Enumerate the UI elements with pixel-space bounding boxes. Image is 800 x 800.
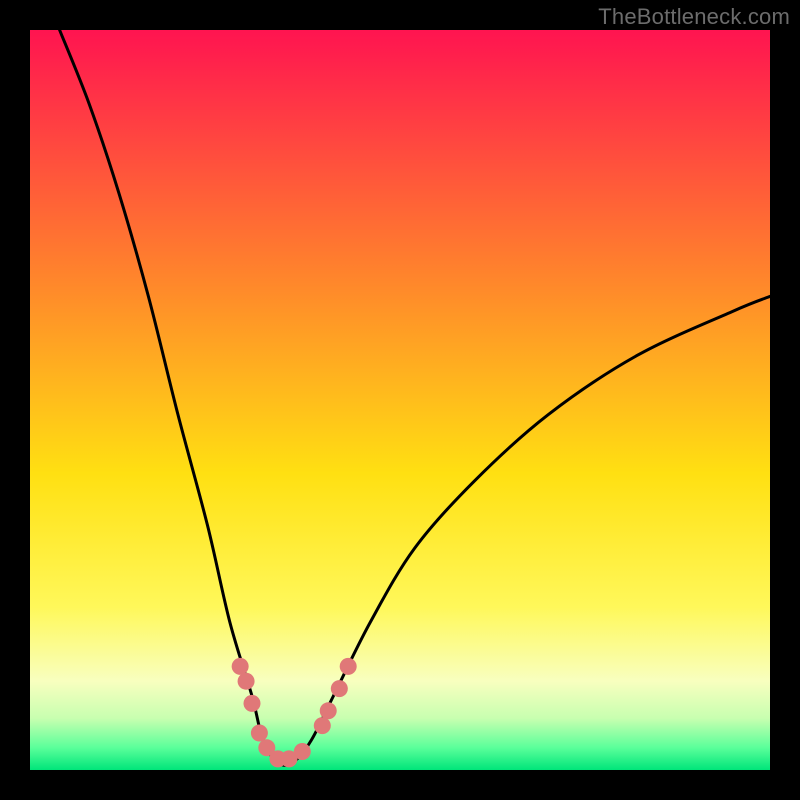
- highlight-dot: [238, 673, 255, 690]
- highlight-dot: [314, 717, 331, 734]
- bottleneck-curve: [60, 30, 770, 765]
- highlight-dot: [251, 725, 268, 742]
- highlight-dot: [294, 743, 311, 760]
- curve-layer: [30, 30, 770, 770]
- watermark-text: TheBottleneck.com: [598, 4, 790, 30]
- plot-area: [30, 30, 770, 770]
- highlight-dot: [320, 702, 337, 719]
- highlight-dot: [244, 695, 261, 712]
- highlight-dot: [331, 680, 348, 697]
- highlight-dot: [232, 658, 249, 675]
- chart-frame: TheBottleneck.com: [0, 0, 800, 800]
- highlight-dots: [232, 658, 357, 768]
- highlight-dot: [340, 658, 357, 675]
